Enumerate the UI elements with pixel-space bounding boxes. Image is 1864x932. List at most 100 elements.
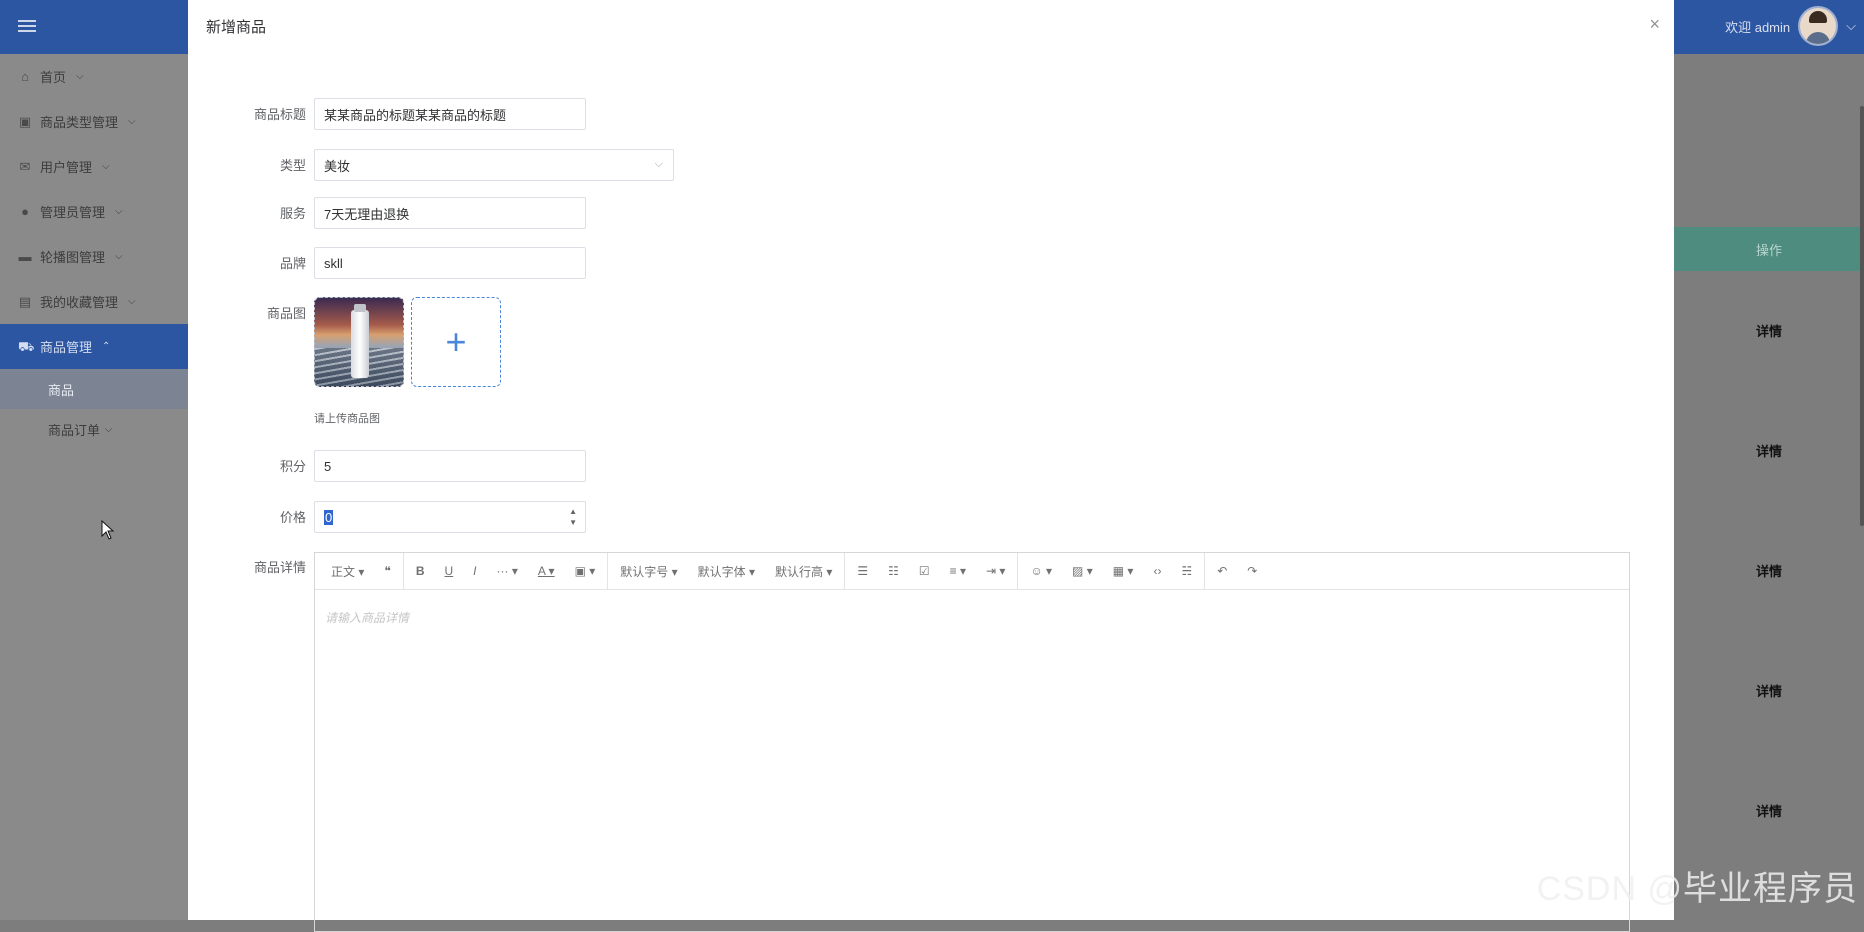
toolbar-divider: [402, 553, 404, 589]
upload-tip: 请上传商品图: [314, 413, 380, 425]
sidebar-item-label: 商品类型管理: [40, 115, 119, 130]
sidebar-item-label: 用户管理: [40, 160, 93, 175]
detail-link[interactable]: 详情: [1674, 510, 1864, 630]
align-icon[interactable]: ≡ ▾: [940, 564, 976, 578]
sidebar-item-label: 商品订单: [48, 422, 101, 438]
service-input[interactable]: 7天无理由退换: [314, 197, 586, 229]
home-icon: ⌂: [21, 68, 29, 84]
font-family-dropdown[interactable]: 默认字体 ▾: [688, 563, 765, 580]
sidebar-item-products[interactable]: ⛟ 商品管理 ⌃: [0, 324, 188, 369]
sidebar-item-home[interactable]: ⌂ 首页 ⌵: [0, 54, 188, 99]
detail-link[interactable]: 详情: [1674, 270, 1864, 390]
chevron-up-icon: ⌃: [102, 341, 111, 352]
redo-icon[interactable]: ↷: [1237, 564, 1267, 578]
image-icon[interactable]: ▨ ▾: [1062, 564, 1103, 578]
type-label: 类型: [279, 158, 306, 173]
brand-input[interactable]: skll: [314, 247, 586, 279]
add-product-dialog: 新增商品 × 商品标题 某某商品的标题某某商品的标题 类型 美妆 ⌵ 服务 7天…: [188, 0, 1674, 932]
price-label: 价格: [279, 510, 306, 525]
image-label: 商品图: [266, 306, 306, 321]
paragraph-dropdown[interactable]: 正文 ▾: [321, 563, 374, 580]
sidebar: ⌂ 首页 ⌵ ▣ 商品类型管理 ⌵ ✉ 用户管理 ⌵ ● 管理员管理 ⌵ ▬ 轮播图管理 ⌵ ▤ 我的…: [0, 54, 188, 920]
sidebar-item-label: 轮播图管理: [40, 250, 106, 265]
car-icon: ⛟: [18, 338, 35, 354]
detail-label: 商品详情: [253, 560, 306, 575]
ordered-list-icon[interactable]: ☷: [878, 564, 909, 578]
points-label: 积分: [279, 459, 306, 474]
chevron-down-icon: ⌵: [102, 423, 113, 435]
points-input[interactable]: 5: [314, 450, 586, 482]
background-color-icon[interactable]: ▣ ▾: [565, 564, 606, 578]
sidebar-item-admins[interactable]: ● 管理员管理 ⌵: [0, 189, 188, 234]
chevron-down-icon[interactable]: ⌵: [1846, 18, 1856, 34]
type-select[interactable]: 美妆 ⌵: [314, 149, 674, 181]
code-icon[interactable]: ‹›: [1143, 564, 1171, 578]
chevron-down-icon: ⌵: [115, 251, 123, 262]
chevron-down-icon: ⌵: [128, 296, 136, 307]
detail-link[interactable]: 详情: [1674, 750, 1864, 870]
menu-toggle-icon[interactable]: [18, 17, 36, 35]
bullet-list-icon[interactable]: ☰: [847, 564, 878, 578]
chevron-down-icon: ⌵: [654, 158, 663, 170]
line-height-dropdown[interactable]: 默认行高 ▾: [765, 563, 842, 580]
indent-icon[interactable]: ⇥ ▾: [976, 564, 1015, 578]
sidebar-item-label: 我的收藏管理: [40, 295, 119, 310]
emoji-icon[interactable]: ☺ ▾: [1020, 564, 1062, 578]
italic-icon[interactable]: I: [463, 564, 486, 578]
dialog-title: 新增商品: [206, 19, 267, 36]
sidebar-item-category[interactable]: ▣ 商品类型管理 ⌵: [0, 99, 188, 144]
toolbar-divider: [1017, 553, 1019, 589]
sidebar-item-label: 管理员管理: [40, 205, 106, 220]
chevron-down-icon: ⌵: [76, 71, 84, 82]
chevron-down-icon: ⌵: [102, 161, 110, 172]
detail-link[interactable]: 详情: [1674, 630, 1864, 750]
undo-icon[interactable]: ↶: [1207, 564, 1237, 578]
category-icon: ▣: [18, 113, 32, 129]
avatar[interactable]: [1798, 6, 1839, 46]
page-scrollbar[interactable]: [1860, 106, 1864, 526]
number-stepper-icon[interactable]: ▲ ▼: [569, 506, 577, 528]
chevron-down-icon: ⌵: [128, 116, 136, 127]
type-select-value: 美妆: [324, 158, 351, 174]
title-input[interactable]: 某某商品的标题某某商品的标题: [314, 98, 586, 130]
detail-link[interactable]: 详情: [1674, 390, 1864, 510]
table-background: 操作 详情 详情 详情 详情 详情: [1674, 54, 1864, 920]
underline-icon[interactable]: U: [435, 564, 464, 578]
user-area[interactable]: 欢迎 admin ⌵: [1725, 4, 1856, 48]
welcome-text: 欢迎 admin: [1725, 19, 1791, 35]
rich-text-editor: 正文 ▾ ❝ B U I ··· ▾ A ▾ ▣ ▾ 默认字号 ▾ 默认字体 ▾…: [314, 552, 1630, 932]
toolbar-divider: [1204, 553, 1206, 589]
mouse-cursor-icon: [101, 520, 115, 540]
editor-placeholder[interactable]: 请输入商品详情: [325, 609, 409, 626]
service-label: 服务: [279, 206, 306, 221]
sidebar-item-favorites[interactable]: ▤ 我的收藏管理 ⌵: [0, 279, 188, 324]
quote-icon[interactable]: ❝: [374, 564, 400, 578]
brand-label: 品牌: [279, 256, 306, 271]
picture-icon: ▬: [18, 248, 32, 264]
font-size-dropdown[interactable]: 默认字号 ▾: [610, 563, 687, 580]
chevron-down-icon: ⌵: [115, 206, 123, 217]
close-icon[interactable]: ×: [1649, 14, 1660, 35]
sidebar-item-carousel[interactable]: ▬ 轮播图管理 ⌵: [0, 234, 188, 279]
table-icon[interactable]: ▦ ▾: [1103, 564, 1144, 578]
todo-icon[interactable]: ☑: [909, 564, 940, 578]
price-input[interactable]: 0 ▲ ▼: [314, 501, 586, 533]
sidebar-subitem-products[interactable]: 商品: [0, 369, 188, 409]
upload-image-button[interactable]: +: [411, 297, 501, 387]
operation-column-header: 操作: [1674, 227, 1864, 271]
product-image-thumbnail[interactable]: [314, 297, 404, 387]
sidebar-subitem-orders[interactable]: 商品订单 ⌵: [0, 409, 188, 449]
editor-toolbar: 正文 ▾ ❝ B U I ··· ▾ A ▾ ▣ ▾ 默认字号 ▾ 默认字体 ▾…: [315, 553, 1629, 590]
sidebar-item-label: 首页: [40, 70, 67, 85]
title-label: 商品标题: [253, 107, 306, 122]
bold-icon[interactable]: B: [406, 564, 435, 578]
sidebar-item-users[interactable]: ✉ 用户管理 ⌵: [0, 144, 188, 189]
box-icon: ▤: [18, 293, 32, 309]
plus-icon: +: [445, 321, 467, 362]
image-bottle: [351, 304, 369, 378]
more-icon[interactable]: ··· ▾: [487, 564, 528, 578]
font-color-icon[interactable]: A ▾: [528, 564, 565, 578]
divider-icon[interactable]: ☵: [1171, 564, 1202, 578]
toolbar-divider: [844, 553, 846, 589]
mouse-icon: ●: [21, 203, 29, 219]
